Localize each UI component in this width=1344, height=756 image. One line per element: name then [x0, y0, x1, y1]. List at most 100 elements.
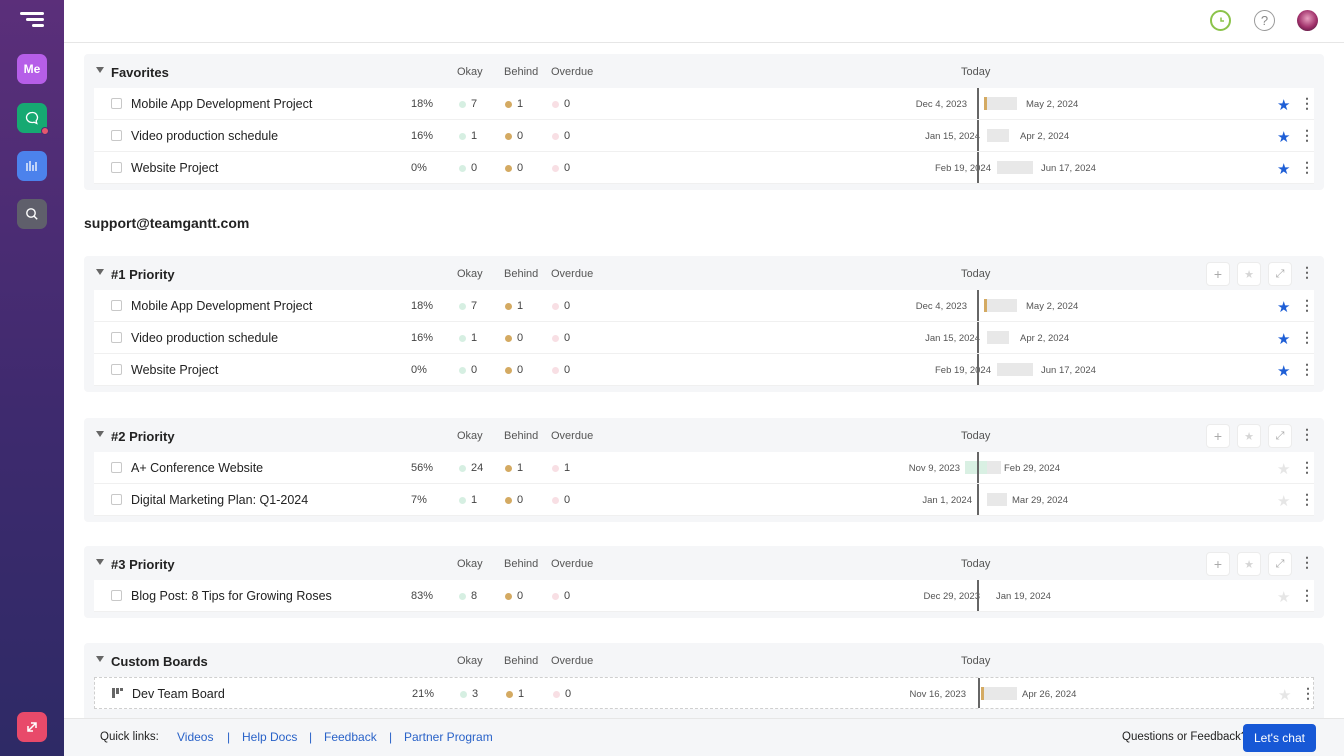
star-icon[interactable]: ★ — [1277, 96, 1290, 114]
timeline-bar — [997, 363, 1033, 376]
column-today: Today — [961, 268, 991, 280]
group-menu-icon[interactable]: ⋮ — [1300, 555, 1314, 569]
project-name[interactable]: Website Project — [131, 363, 218, 377]
row-menu-icon[interactable]: ⋮ — [1301, 686, 1315, 700]
project-name[interactable]: Mobile App Development Project — [131, 97, 312, 111]
project-checkbox[interactable] — [111, 162, 122, 173]
group-header[interactable]: Favorites Okay Behind Overdue Today — [84, 54, 1324, 88]
link-videos[interactable]: Videos — [177, 730, 213, 744]
row-menu-icon[interactable]: ⋮ — [1300, 160, 1314, 174]
add-project-button[interactable]: + — [1206, 262, 1230, 286]
star-group-button[interactable]: ★ — [1237, 424, 1261, 448]
project-name[interactable]: Mobile App Development Project — [131, 299, 312, 313]
project-checkbox[interactable] — [111, 300, 122, 311]
expand-icon[interactable]: ⤢ — [1268, 424, 1292, 448]
column-behind: Behind — [504, 66, 539, 78]
collapse-caret-icon[interactable] — [96, 656, 104, 662]
logo-icon[interactable] — [20, 12, 44, 32]
project-checkbox[interactable] — [111, 462, 122, 473]
link-partner-program[interactable]: Partner Program — [404, 730, 493, 744]
collapse-caret-icon[interactable] — [96, 67, 104, 73]
add-project-button[interactable]: + — [1206, 424, 1230, 448]
star-icon[interactable]: ★ — [1277, 330, 1290, 348]
row-menu-icon[interactable]: ⋮ — [1300, 128, 1314, 142]
project-row[interactable]: Website Project 0% 0 0 0 Feb 19, 2024 Jun 17, … — [94, 152, 1314, 184]
star-icon[interactable]: ★ — [1277, 492, 1290, 510]
star-icon[interactable]: ★ — [1277, 160, 1290, 178]
okay-value: 24 — [471, 462, 484, 474]
reports-icon[interactable] — [17, 151, 47, 181]
star-icon[interactable]: ★ — [1277, 298, 1290, 316]
row-menu-icon[interactable]: ⋮ — [1300, 492, 1314, 506]
lets-chat-button[interactable]: Let's chat — [1243, 724, 1316, 752]
project-name[interactable]: Video production schedule — [131, 129, 278, 143]
project-percent: 83% — [411, 590, 434, 602]
row-menu-icon[interactable]: ⋮ — [1300, 96, 1314, 110]
project-name[interactable]: A+ Conference Website — [131, 461, 263, 475]
chat-icon[interactable] — [17, 103, 49, 135]
column-behind: Behind — [504, 268, 539, 280]
project-name[interactable]: Blog Post: 8 Tips for Growing Roses — [131, 589, 332, 603]
row-menu-icon[interactable]: ⋮ — [1300, 588, 1314, 602]
add-project-button[interactable]: + — [1206, 552, 1230, 576]
link-help-docs[interactable]: Help Docs — [242, 730, 297, 744]
project-checkbox[interactable] — [111, 590, 122, 601]
board-icon — [112, 688, 124, 698]
project-name[interactable]: Digital Marketing Plan: Q1-2024 — [131, 493, 308, 507]
star-group-button[interactable]: ★ — [1237, 552, 1261, 576]
project-row[interactable]: A+ Conference Website 56% 24 1 1 Nov 9, 2023 F… — [94, 452, 1314, 484]
expand-icon[interactable]: ⤢ — [1268, 552, 1292, 576]
okay-value: 8 — [471, 590, 478, 602]
group-header[interactable]: #1 Priority Okay Behind Overdue Today + ★ ⤢ ⋮ — [84, 256, 1324, 290]
help-icon[interactable]: ? — [1254, 10, 1275, 31]
project-percent: 16% — [411, 130, 434, 142]
project-checkbox[interactable] — [111, 130, 122, 141]
star-icon[interactable]: ★ — [1278, 686, 1291, 704]
launch-icon[interactable] — [17, 712, 47, 742]
column-overdue: Overdue — [551, 268, 594, 280]
project-row[interactable]: Website Project 0% 0 0 0 Feb 19, 2024 Jun 17, … — [94, 354, 1314, 386]
project-row[interactable]: Video production schedule 16% 1 0 0 Jan 15, 2… — [94, 322, 1314, 354]
project-checkbox[interactable] — [111, 332, 122, 343]
star-group-button[interactable]: ★ — [1237, 262, 1261, 286]
search-icon[interactable] — [17, 199, 47, 229]
group-menu-icon[interactable]: ⋮ — [1300, 265, 1314, 279]
collapse-caret-icon[interactable] — [96, 431, 104, 437]
row-menu-icon[interactable]: ⋮ — [1300, 298, 1314, 312]
project-row[interactable]: Video production schedule 16% 1 0 0 Jan 15, 2… — [94, 120, 1314, 152]
collapse-caret-icon[interactable] — [96, 559, 104, 565]
project-name[interactable]: Dev Team Board — [132, 687, 225, 701]
row-menu-icon[interactable]: ⋮ — [1300, 330, 1314, 344]
group-title: Favorites — [111, 65, 169, 80]
project-name[interactable]: Video production schedule — [131, 331, 278, 345]
link-feedback[interactable]: Feedback — [324, 730, 377, 744]
okay-value: 7 — [471, 98, 478, 110]
overdue-dot-icon — [552, 132, 559, 140]
column-behind: Behind — [504, 655, 539, 667]
nav-me-button[interactable]: Me — [17, 54, 47, 84]
project-row[interactable]: Dev Team Board 21% 3 1 0 Nov 16, 2023 Apr 26, … — [94, 677, 1315, 709]
group-menu-icon[interactable]: ⋮ — [1300, 427, 1314, 441]
group-header[interactable]: #2 Priority Okay Behind Overdue Today + ★ ⤢ ⋮ — [84, 418, 1324, 452]
row-menu-icon[interactable]: ⋮ — [1300, 362, 1314, 376]
star-icon[interactable]: ★ — [1277, 588, 1290, 606]
behind-value: 1 — [517, 98, 524, 110]
project-checkbox[interactable] — [111, 98, 122, 109]
project-checkbox[interactable] — [111, 494, 122, 505]
avatar[interactable] — [1297, 10, 1318, 31]
expand-icon[interactable]: ⤢ — [1268, 262, 1292, 286]
group-header[interactable]: #3 Priority Okay Behind Overdue Today + ★ ⤢ ⋮ — [84, 546, 1324, 580]
star-icon[interactable]: ★ — [1277, 128, 1290, 146]
project-row[interactable]: Mobile App Development Project 18% 7 1 0 Dec … — [94, 290, 1314, 322]
star-icon[interactable]: ★ — [1277, 362, 1290, 380]
row-menu-icon[interactable]: ⋮ — [1300, 460, 1314, 474]
project-row[interactable]: Digital Marketing Plan: Q1-2024 7% 1 0 0 Jan … — [94, 484, 1314, 516]
clock-icon[interactable] — [1210, 10, 1231, 31]
project-name[interactable]: Website Project — [131, 161, 218, 175]
collapse-caret-icon[interactable] — [96, 269, 104, 275]
project-row[interactable]: Mobile App Development Project 18% 7 1 0 Dec … — [94, 88, 1314, 120]
group-header[interactable]: Custom Boards Okay Behind Overdue Today — [84, 643, 1324, 677]
project-row[interactable]: Blog Post: 8 Tips for Growing Roses 83% 8 0… — [94, 580, 1314, 612]
project-checkbox[interactable] — [111, 364, 122, 375]
star-icon[interactable]: ★ — [1277, 460, 1290, 478]
